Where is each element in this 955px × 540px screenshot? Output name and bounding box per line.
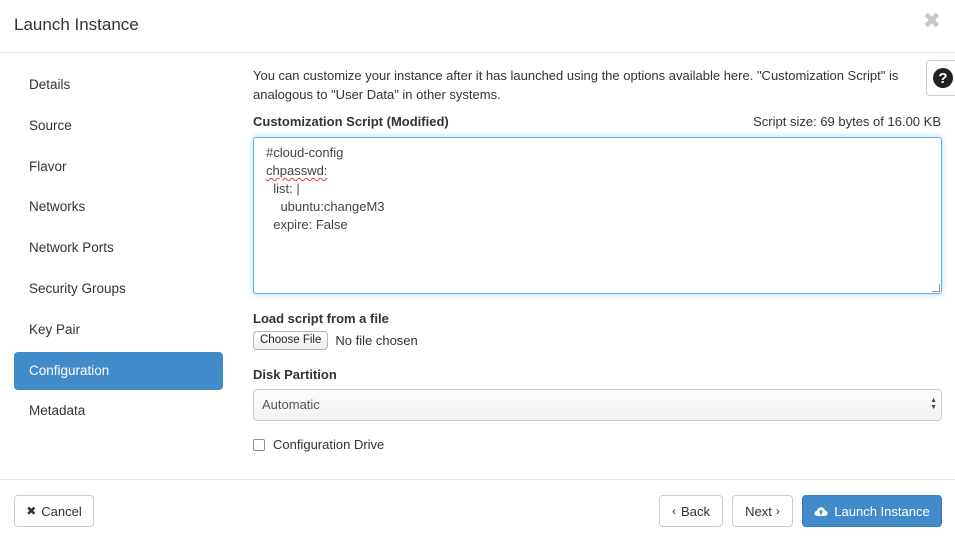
close-icon[interactable]: ✖ [923,10,941,32]
dialog-title: Launch Instance [14,15,139,34]
config-drive-row: Configuration Drive [253,437,384,452]
help-button[interactable]: ? [926,60,955,96]
script-line: expire: False [266,217,348,232]
chevron-left-icon: ‹ [672,504,677,518]
config-drive-checkbox[interactable] [253,438,265,451]
customization-script-label: Customization Script (Modified) [253,114,449,129]
choose-file-button[interactable]: Choose File [253,331,329,350]
load-script-label: Load script from a file [253,311,389,326]
file-input: Choose File No file chosen [253,331,418,350]
spellcheck-word: chpasswd: [266,163,328,178]
sidebar-item-configuration[interactable]: Configuration [14,351,223,390]
script-line: ubuntu:changeM3 [266,199,385,214]
sidebar-item-source[interactable]: Source [14,107,223,145]
intro-text: You can customize your instance after it… [253,68,899,102]
script-size-text: Script size: 69 bytes of 16.00 KB [753,114,941,129]
help-icon: ? [933,68,953,88]
cancel-button[interactable]: ✖ Cancel [14,495,94,527]
sidebar-item-metadata[interactable]: Metadata [14,392,223,430]
sidebar-item-security-groups[interactable]: Security Groups [14,270,223,308]
sidebar-item-details[interactable]: Details [14,66,223,104]
back-button[interactable]: ‹ Back [659,495,723,527]
script-line: #cloud-config [266,145,344,160]
customization-script-textarea[interactable]: #cloud-config chpasswd: list: | ubuntu:c… [253,137,942,294]
dialog-footer: ✖ Cancel ‹ Back Next › Launch Instance [0,479,955,540]
cancel-label: Cancel [41,503,82,519]
file-status-text: No file chosen [335,333,418,348]
config-drive-label[interactable]: Configuration Drive [273,437,384,452]
next-label: Next [745,503,772,519]
select-arrows-icon: ▲ ▼ [930,397,937,411]
chevron-right-icon: › [775,504,780,518]
script-line: chpasswd: [266,162,929,180]
resize-handle-icon[interactable] [932,284,940,292]
close-icon: ✖ [26,504,37,518]
script-line: list: | [266,181,300,196]
disk-partition-value: Automatic [262,397,320,412]
sidebar-item-networks[interactable]: Networks [14,188,223,226]
sidebar-item-key-pair[interactable]: Key Pair [14,311,223,349]
wizard-sidebar: Details Source Flavor Networks Network P… [14,66,223,433]
launch-label: Launch Instance [834,503,930,519]
launch-instance-button[interactable]: Launch Instance [802,495,942,527]
dialog-header: Launch Instance ✖ [0,0,955,53]
back-label: Back [681,503,710,519]
disk-partition-label: Disk Partition [253,367,337,382]
cloud-upload-icon [814,506,828,516]
sidebar-item-flavor[interactable]: Flavor [14,148,223,186]
disk-partition-select[interactable]: Automatic ▲ ▼ [253,389,942,421]
next-button[interactable]: Next › [732,495,793,527]
sidebar-item-network-ports[interactable]: Network Ports [14,229,223,267]
